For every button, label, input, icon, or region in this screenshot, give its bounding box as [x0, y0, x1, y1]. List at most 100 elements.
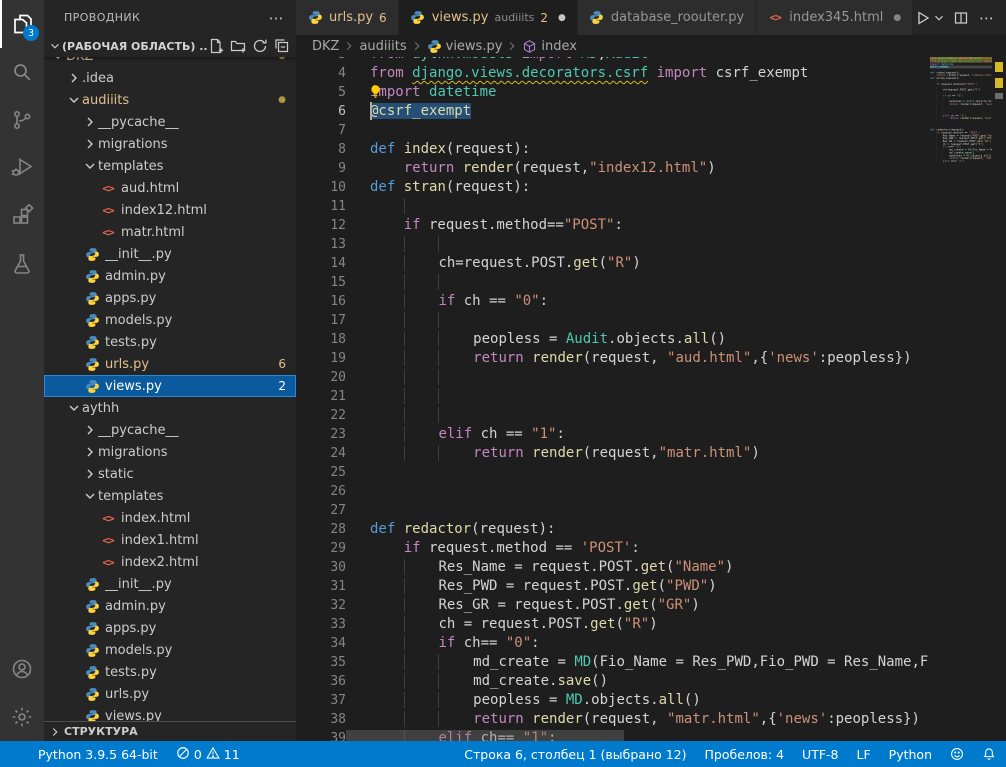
code-line-26[interactable]: 26 [296, 482, 1006, 501]
tree-item-migrations[interactable]: migrations [44, 133, 296, 155]
code-line-7[interactable]: 7 [296, 121, 1006, 140]
code-line-9[interactable]: 9 return render(request,"index12.html") [296, 159, 1006, 178]
feedback-icon[interactable] [950, 747, 964, 761]
breadcrumb-item-DKZ[interactable]: DKZ [312, 39, 339, 54]
code-line-32[interactable]: 32 Res_GR = request.POST.get("GR") [296, 596, 1006, 615]
tree-item-index1.html[interactable]: <>index1.html [44, 529, 296, 551]
code-line-15[interactable]: 15 [296, 273, 1006, 292]
tree-item-.idea[interactable]: .idea [44, 67, 296, 89]
code-line-6[interactable]: 6@csrf_exempt [296, 102, 1006, 121]
lightbulb-icon[interactable] [368, 84, 383, 99]
code-line-38[interactable]: 38 return render(request, "matr.html",{'… [296, 710, 1006, 729]
horizontal-scrollbar[interactable] [346, 730, 624, 741]
code-line-17[interactable]: 17 [296, 311, 1006, 330]
tree-item-views.py[interactable]: views.py2 [44, 375, 296, 397]
code-line-11[interactable]: 11 [296, 197, 1006, 216]
code-line-10[interactable]: 10def stran(request): [296, 178, 1006, 197]
tree-item-apps.py[interactable]: apps.py [44, 617, 296, 639]
refresh-icon[interactable] [252, 38, 268, 54]
code-line-4[interactable]: 4from django.views.decorators.csrf impor… [296, 64, 1006, 83]
code-line-37[interactable]: 37 peopless = MD.objects.all() [296, 691, 1006, 710]
tree-item-aythh[interactable]: aythh [44, 397, 296, 419]
run-dropdown-icon[interactable] [932, 7, 946, 29]
code-line-34[interactable]: 34 if ch== "0": [296, 634, 1006, 653]
tree-item-__pycache__[interactable]: __pycache__ [44, 419, 296, 441]
tree-item-migrations[interactable]: migrations [44, 441, 296, 463]
activity-extensions-icon[interactable] [0, 192, 44, 240]
tree-item-__init__.py[interactable]: __init__.py [44, 573, 296, 595]
tree-item-matr.html[interactable]: <>matr.html [44, 221, 296, 243]
tab-database_roouter.py[interactable]: database_roouter.py [578, 0, 756, 35]
tree-item-tests.py[interactable]: tests.py [44, 331, 296, 353]
tree-item-templates[interactable]: templates [44, 155, 296, 177]
tree-item-urls.py[interactable]: urls.py [44, 683, 296, 705]
code-line-20[interactable]: 20 [296, 368, 1006, 387]
code-line-30[interactable]: 30 Res_Name = request.POST.get("Name") [296, 558, 1006, 577]
collapse-all-icon[interactable] [274, 38, 290, 54]
code-line-22[interactable]: 22 [296, 406, 1006, 425]
tree-item-models.py[interactable]: models.py [44, 309, 296, 331]
breadcrumb-item-views.py[interactable]: views.py [427, 39, 503, 54]
code-line-18[interactable]: 18 peopless = Audit.objects.all() [296, 330, 1006, 349]
tree-item-admin.py[interactable]: admin.py [44, 265, 296, 287]
code-line-16[interactable]: 16 if ch == "0": [296, 292, 1006, 311]
new-folder-icon[interactable] [230, 38, 246, 54]
language-mode-status[interactable]: Python [889, 747, 932, 762]
bell-icon[interactable] [982, 747, 996, 761]
activity-run-debug-icon[interactable] [0, 144, 44, 192]
code-line-29[interactable]: 29 if request.method == 'POST': [296, 539, 1006, 558]
code-line-31[interactable]: 31 Res_PWD = request.POST.get("PWD") [296, 577, 1006, 596]
tree-item-static[interactable]: static [44, 463, 296, 485]
activity-explorer-icon[interactable]: 3 [0, 0, 44, 48]
code-line-8[interactable]: 8def index(request): [296, 140, 1006, 159]
code-editor[interactable]: 3from aythh.models import MD,Audit4from … [296, 57, 1006, 741]
code-line-12[interactable]: 12 if request.method=="POST": [296, 216, 1006, 235]
code-line-24[interactable]: 24 return render(request,"matr.html") [296, 444, 1006, 463]
python-interpreter-status[interactable]: Python 3.9.5 64-bit [38, 747, 158, 762]
code-line-19[interactable]: 19 return render(request, "aud.html",{'n… [296, 349, 1006, 368]
code-line-13[interactable]: 13 [296, 235, 1006, 254]
code-line-35[interactable]: 35 md_create = MD(Fio_Name = Res_PWD,Fio… [296, 653, 1006, 672]
workspace-section-header[interactable]: (РАБОЧАЯ ОБЛАСТЬ) ... [44, 35, 296, 57]
encoding-status[interactable]: UTF-8 [802, 747, 838, 762]
tree-item-views.py[interactable]: views.py [44, 705, 296, 721]
tree-item-apps.py[interactable]: apps.py [44, 287, 296, 309]
dirty-indicator[interactable]: ● [558, 13, 566, 23]
tab-urls.py[interactable]: urls.py6 [296, 0, 399, 35]
activity-settings-icon[interactable] [0, 693, 44, 741]
indentation-status[interactable]: Пробелов: 4 [705, 747, 785, 762]
tree-item-aud.html[interactable]: <>aud.html [44, 177, 296, 199]
minimap[interactable]: from aythh.models import MD,Auditfrom dj… [930, 57, 992, 197]
tree-item-admin.py[interactable]: admin.py [44, 595, 296, 617]
tab-index345.html[interactable]: <>index345.html● [756, 0, 913, 35]
tree-item-__init__.py[interactable]: __init__.py [44, 243, 296, 265]
tree-item-models.py[interactable]: models.py [44, 639, 296, 661]
tree-item-tests.py[interactable]: tests.py [44, 661, 296, 683]
tree-item-__pycache__[interactable]: __pycache__ [44, 111, 296, 133]
tree-item-templates[interactable]: templates [44, 485, 296, 507]
cursor-position-status[interactable]: Строка 6, столбец 1 (выбрано 12) [464, 747, 686, 762]
code-line-27[interactable]: 27 [296, 501, 1006, 520]
tree-item-index.html[interactable]: <>index.html [44, 507, 296, 529]
outline-section-header[interactable]: СТРУКТУРА [44, 721, 296, 741]
activity-testing-icon[interactable] [0, 240, 44, 288]
activity-account-icon[interactable] [0, 645, 44, 693]
new-file-icon[interactable] [208, 38, 224, 54]
tree-item-index2.html[interactable]: <>index2.html [44, 551, 296, 573]
code-line-21[interactable]: 21 [296, 387, 1006, 406]
code-line-25[interactable]: 25 [296, 463, 1006, 482]
eol-status[interactable]: LF [857, 747, 871, 762]
code-line-23[interactable]: 23 elif ch == "1": [296, 425, 1006, 444]
code-line-14[interactable]: 14 ch=request.POST.get("R") [296, 254, 1006, 273]
activity-search-icon[interactable] [0, 48, 44, 96]
problems-status[interactable]: 0 11 [176, 746, 240, 763]
tree-item-audiiits[interactable]: audiiits● [44, 89, 296, 111]
tab-views.py[interactable]: views.pyaudiiits2● [399, 0, 578, 35]
tree-item-index12.html[interactable]: <>index12.html [44, 199, 296, 221]
split-editor-icon[interactable] [950, 7, 972, 29]
more-actions-icon[interactable]: ⋯ [976, 7, 998, 29]
code-line-33[interactable]: 33 ch = request.POST.get("R") [296, 615, 1006, 634]
code-line-28[interactable]: 28def redactor(request): [296, 520, 1006, 539]
code-line-36[interactable]: 36 md_create.save() [296, 672, 1006, 691]
dirty-indicator[interactable]: ● [893, 13, 901, 23]
